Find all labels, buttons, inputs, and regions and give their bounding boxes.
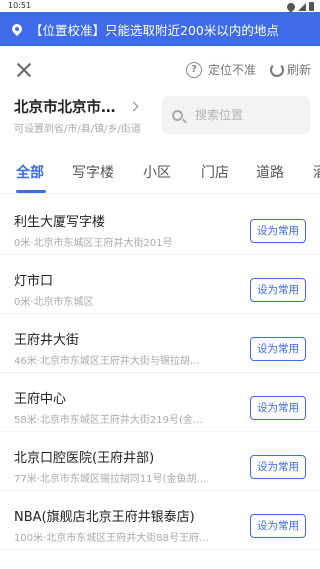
search-icon — [172, 109, 183, 121]
location-pin-icon — [9, 21, 25, 37]
question-circle-icon: ? — [186, 61, 202, 78]
list-item[interactable]: 灯市口 0米·北京市东城区 设为常用 — [0, 255, 320, 314]
wifi-icon — [285, 0, 297, 13]
list-item[interactable]: NBA(旗舰店北京王府井银泰店) 100米·北京市东城区王府井大街88号王府… … — [0, 491, 320, 550]
place-name: 北京口腔医院(王府井部) — [14, 451, 155, 466]
tab-residential[interactable]: 小区 — [143, 162, 171, 182]
list-item[interactable]: 王府井大街 46米·北京市东城区王府井大街与锡拉胡… 设为常用 — [0, 314, 320, 373]
place-address: 100米·北京市东城区王府井大街88号王府… — [14, 533, 209, 544]
place-name: 灯市口 — [14, 274, 54, 289]
place-name: 王府井大街 — [14, 333, 80, 348]
set-favorite-button[interactable]: 设为常用 — [250, 514, 306, 538]
place-name: 利生大厦写字楼 — [14, 215, 106, 230]
place-address: 0米·北京市东城区 — [14, 297, 94, 308]
set-favorite-button[interactable]: 设为常用 — [250, 337, 306, 361]
search-input[interactable] — [195, 108, 295, 122]
place-name: 王府中心 — [14, 392, 67, 407]
place-address: 58米·北京市东城区王府井大街219号(金… — [14, 415, 203, 426]
tab-hotel[interactable]: 酒 — [313, 162, 320, 182]
place-address: 46米·北京市东城区王府井大街与锡拉胡… — [14, 356, 200, 367]
set-favorite-button[interactable]: 设为常用 — [250, 455, 306, 479]
place-list: 利生大厦写字楼 0米·北京市东城区王府井大街201号 设为常用 灯市口 0米·北… — [0, 196, 320, 550]
place-address: 77米·北京市东城区锡拉胡同11号(金鱼胡… — [14, 474, 207, 485]
set-favorite-button[interactable]: 设为常用 — [250, 396, 306, 420]
status-bar: 10:51 — [0, 0, 320, 13]
set-favorite-button[interactable]: 设为常用 — [250, 278, 306, 302]
inaccurate-location-button[interactable]: ? 定位不准 — [186, 61, 256, 78]
close-icon[interactable] — [14, 60, 34, 80]
tab-office-building[interactable]: 写字楼 — [72, 162, 114, 182]
signal-icon — [298, 2, 306, 11]
battery-icon — [309, 2, 314, 11]
category-tabs: 全部 写字楼 小区 门店 道路 酒 — [0, 150, 320, 194]
tab-all[interactable]: 全部 — [16, 162, 44, 182]
region-selector[interactable]: 北京市北京市… 可设置到省/市/县/镇/乡/街道 — [14, 96, 154, 136]
set-favorite-button[interactable]: 设为常用 — [250, 219, 306, 243]
place-address: 0米·北京市东城区王府井大街201号 — [14, 238, 173, 249]
status-time: 10:51 — [8, 1, 32, 10]
place-name: NBA(旗舰店北京王府井银泰店) — [14, 510, 195, 525]
chevron-right-icon — [128, 101, 138, 111]
list-item[interactable]: 北京口腔医院(王府井部) 77米·北京市东城区锡拉胡同11号(金鱼胡… 设为常用 — [0, 432, 320, 491]
city-row[interactable]: 北京市北京市… — [14, 96, 154, 116]
status-icons — [285, 0, 314, 13]
banner-text: 【位置校准】只能选取附近200米以内的地点 — [30, 22, 279, 38]
active-tab-indicator — [16, 190, 46, 193]
tab-road[interactable]: 道路 — [256, 162, 284, 182]
tab-store[interactable]: 门店 — [201, 162, 229, 182]
city-name: 北京市北京市… — [14, 99, 116, 116]
list-item[interactable]: 王府中心 58米·北京市东城区王府井大街219号(金… 设为常用 — [0, 373, 320, 432]
refresh-icon — [270, 62, 284, 77]
refresh-label: 刷新 — [287, 63, 312, 77]
top-bar: ? 定位不准 刷新 — [0, 46, 320, 94]
location-calibration-banner: 【位置校准】只能选取附近200米以内的地点 — [0, 12, 320, 46]
list-item[interactable]: 利生大厦写字楼 0米·北京市东城区王府井大街201号 设为常用 — [0, 196, 320, 255]
inaccurate-location-label: 定位不准 — [208, 63, 257, 77]
region-hint: 可设置到省/市/县/镇/乡/街道 — [14, 124, 141, 135]
refresh-button[interactable]: 刷新 — [270, 61, 311, 78]
search-box[interactable] — [162, 96, 310, 134]
